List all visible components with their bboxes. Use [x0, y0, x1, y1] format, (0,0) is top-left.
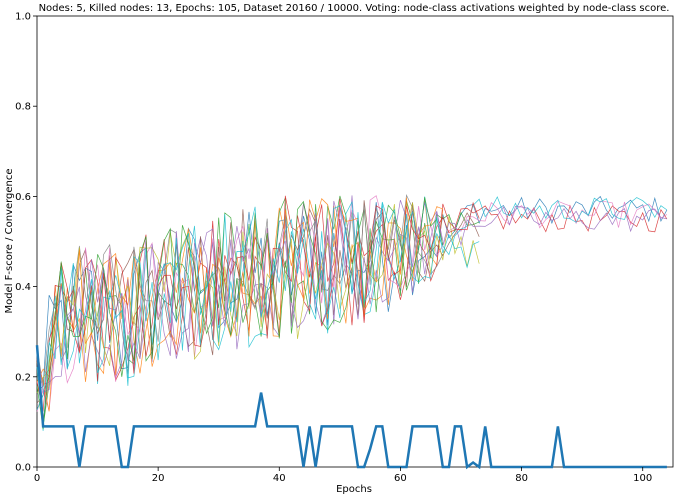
- x-axis-label: Epochs: [336, 484, 372, 495]
- y-tick-label: 0.6: [15, 192, 31, 203]
- x-tick-label: 20: [152, 473, 165, 484]
- x-axis: 0 20 40 60 80 100: [34, 467, 652, 484]
- plot-area: [35, 15, 674, 470]
- y-tick-label: 0.0: [15, 463, 31, 474]
- y-tick-label: 0.4: [15, 282, 31, 293]
- x-tick-label: 40: [273, 473, 286, 484]
- y-tick-label: 0.2: [15, 372, 31, 383]
- x-tick-label: 80: [515, 473, 528, 484]
- y-tick-label: 0.8: [15, 102, 31, 113]
- y-tick-label: 1.0: [15, 12, 31, 23]
- x-tick-label: 100: [633, 473, 652, 484]
- y-axis-label: Model F-score / Convergence: [4, 168, 15, 313]
- x-tick-label: 0: [34, 473, 40, 484]
- y-axis: 0.0 0.2 0.4 0.6 0.8 1.0: [15, 12, 37, 474]
- line-chart: Nodes: 5, Killed nodes: 13, Epochs: 105,…: [4, 3, 674, 495]
- chart-title: Nodes: 5, Killed nodes: 13, Epochs: 105,…: [39, 3, 670, 14]
- x-tick-label: 60: [394, 473, 407, 484]
